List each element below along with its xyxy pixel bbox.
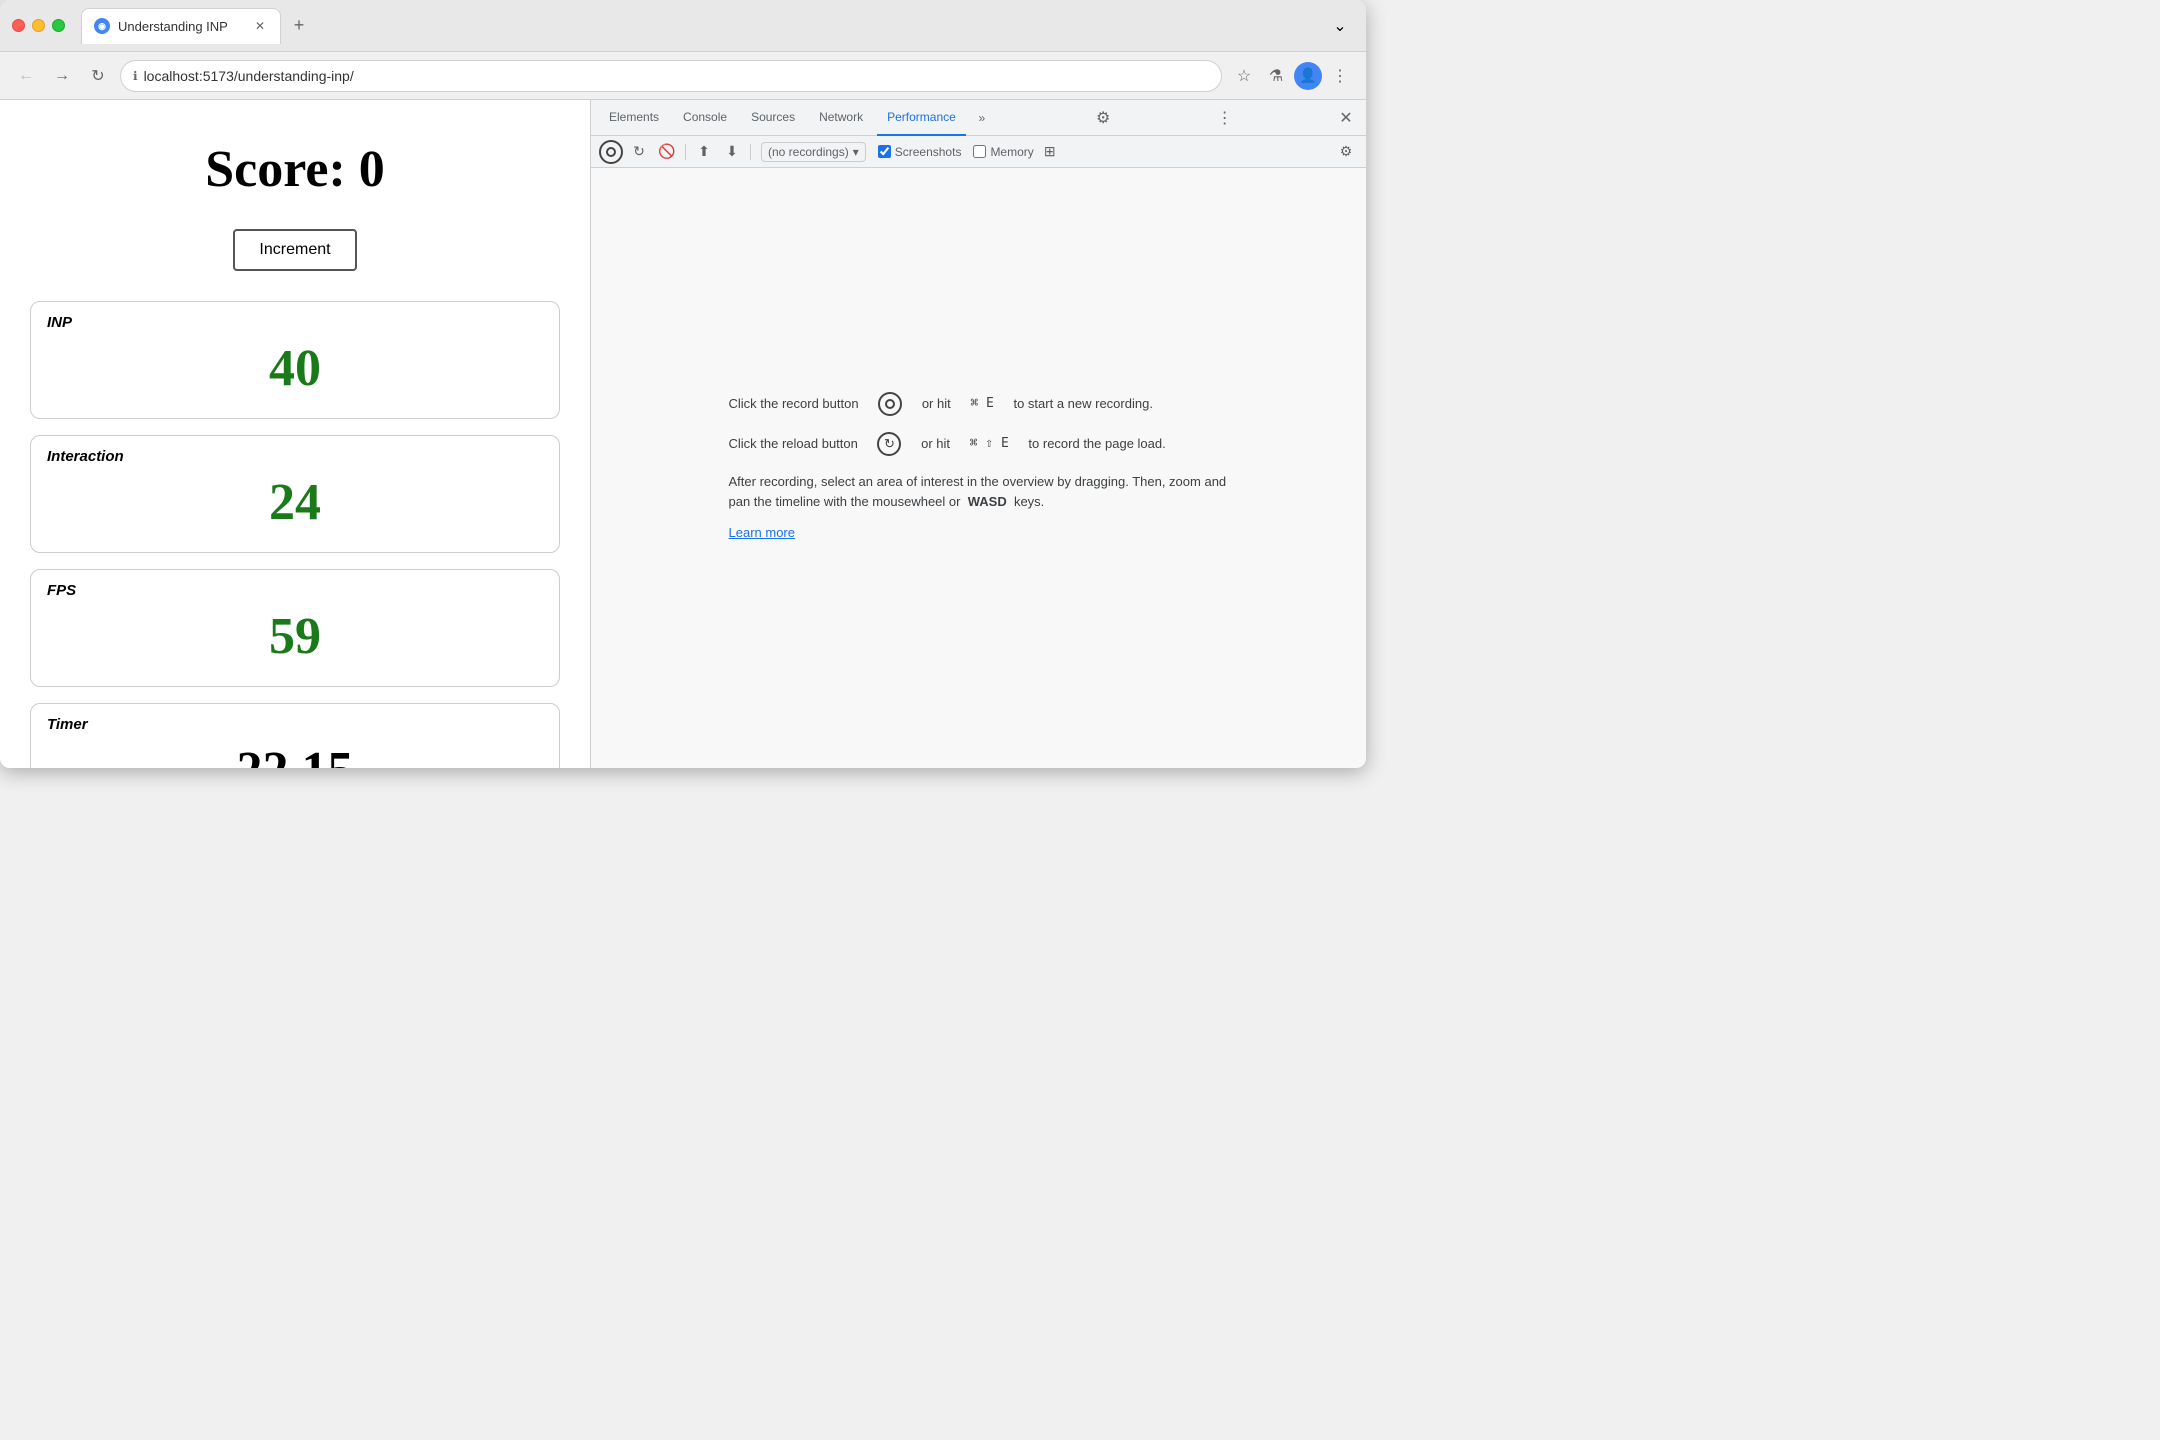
profile-button[interactable]: 👤 <box>1294 62 1322 90</box>
info-text-block: After recording, select an area of inter… <box>729 472 1229 514</box>
record-instruction-prefix: Click the record button <box>729 392 859 415</box>
memory-checkbox-group[interactable]: Memory <box>973 145 1033 159</box>
info-suffix: keys. <box>1014 494 1044 509</box>
performance-settings-button[interactable]: ⚙ <box>1334 140 1358 164</box>
interaction-label: Interaction <box>47 448 543 465</box>
devtools-instructions: Click the record button or hit ⌘ E to st… <box>729 392 1229 545</box>
address-actions: ☆ ⚗ 👤 ⋮ <box>1230 62 1354 90</box>
bookmark-button[interactable]: ☆ <box>1230 62 1258 90</box>
address-bar: ← → ↻ ℹ localhost:5173/understanding-inp… <box>0 52 1366 100</box>
inp-value: 40 <box>47 339 543 398</box>
tab-network[interactable]: Network <box>809 100 873 136</box>
recordings-text: (no recordings) <box>768 145 849 159</box>
timer-label: Timer <box>47 716 543 733</box>
webpage-content: Score: 0 Increment INP 40 Interaction 24… <box>0 100 590 768</box>
forward-button[interactable]: → <box>48 62 76 90</box>
devtools-more-button[interactable]: ⋮ <box>1213 106 1237 130</box>
tab-sources[interactable]: Sources <box>741 100 805 136</box>
browser-content: Score: 0 Increment INP 40 Interaction 24… <box>0 100 1366 768</box>
new-tab-button[interactable]: + <box>285 12 313 40</box>
devtools-actions-bar: ↻ 🚫 ⬆ ⬇ (no recordings) ▾ Screenshots <box>591 136 1366 168</box>
reload-instruction: Click the reload button ↻ or hit ⌘ ⇧ E t… <box>729 432 1229 456</box>
url-bar[interactable]: ℹ localhost:5173/understanding-inp/ <box>120 60 1222 92</box>
reload-instruction-suffix: to record the page load. <box>1028 432 1165 455</box>
traffic-lights <box>12 19 65 32</box>
url-text: localhost:5173/understanding-inp/ <box>144 68 354 84</box>
screenshots-label: Screenshots <box>895 145 962 159</box>
timer-value: 22.15 <box>47 741 543 768</box>
record-icon <box>599 140 623 164</box>
wasd-kbd: WASD <box>968 494 1007 509</box>
title-bar: ◉ Understanding INP ✕ + ⌄ <box>0 0 1366 52</box>
tab-bar: ◉ Understanding INP ✕ + ⌄ <box>81 8 1354 44</box>
devtools-settings-button[interactable]: ⚙ <box>1091 106 1115 130</box>
timer-card: Timer 22.15 <box>30 703 560 768</box>
recordings-chevron: ▾ <box>853 145 859 159</box>
browser-tab-active[interactable]: ◉ Understanding INP ✕ <box>81 8 281 44</box>
memory-label: Memory <box>990 145 1033 159</box>
tab-performance[interactable]: Performance <box>877 100 966 136</box>
record-instruction-or: or hit <box>922 392 951 415</box>
interaction-value: 24 <box>47 473 543 532</box>
increment-button[interactable]: Increment <box>233 229 356 271</box>
inp-card: INP 40 <box>30 301 560 419</box>
reload-instruction-or: or hit <box>921 432 950 455</box>
more-tabs-button[interactable]: » <box>970 106 994 130</box>
record-inline-dot <box>885 399 895 409</box>
record-inline-icon <box>878 392 902 416</box>
inp-label: INP <box>47 314 543 331</box>
devtools-body: Click the record button or hit ⌘ E to st… <box>591 168 1366 768</box>
devtools-panel: Elements Console Sources Network Perform… <box>590 100 1366 768</box>
back-button[interactable]: ← <box>12 62 40 90</box>
flamechart-button[interactable]: ⊞ <box>1038 140 1062 164</box>
tab-elements[interactable]: Elements <box>599 100 669 136</box>
record-instruction: Click the record button or hit ⌘ E to st… <box>729 392 1229 416</box>
menu-button[interactable]: ⋮ <box>1326 62 1354 90</box>
record-dot-inner <box>606 147 616 157</box>
screenshots-checkbox[interactable] <box>878 145 891 158</box>
devtools-close-button[interactable]: ✕ <box>1334 106 1358 130</box>
reload-kbd: ⌘ ⇧ E <box>970 432 1009 455</box>
memory-checkbox[interactable] <box>973 145 986 158</box>
separator-1 <box>685 144 686 160</box>
tab-console[interactable]: Console <box>673 100 737 136</box>
tab-menu-button[interactable]: ⌄ <box>1326 12 1354 40</box>
reload-record-button[interactable]: ↻ <box>627 140 651 164</box>
record-button[interactable] <box>599 140 623 164</box>
recordings-dropdown[interactable]: (no recordings) ▾ <box>761 142 866 162</box>
learn-more-link[interactable]: Learn more <box>729 525 795 540</box>
upload-button[interactable]: ⬆ <box>692 140 716 164</box>
secure-icon: ℹ <box>133 69 138 83</box>
extension-button[interactable]: ⚗ <box>1262 62 1290 90</box>
maximize-traffic-light[interactable] <box>52 19 65 32</box>
devtools-tab-bar: Elements Console Sources Network Perform… <box>591 100 1366 136</box>
interaction-card: Interaction 24 <box>30 435 560 553</box>
score-heading: Score: 0 <box>30 140 560 199</box>
clear-button[interactable]: 🚫 <box>655 140 679 164</box>
reload-button[interactable]: ↻ <box>84 62 112 90</box>
tab-title: Understanding INP <box>118 19 228 34</box>
separator-2 <box>750 144 751 160</box>
tab-close-button[interactable]: ✕ <box>252 18 268 34</box>
reload-inline-icon: ↻ <box>877 432 901 456</box>
screenshots-checkbox-group[interactable]: Screenshots <box>878 145 962 159</box>
reload-instruction-prefix: Click the reload button <box>729 432 858 455</box>
download-button[interactable]: ⬇ <box>720 140 744 164</box>
minimize-traffic-light[interactable] <box>32 19 45 32</box>
tab-favicon: ◉ <box>94 18 110 34</box>
fps-label: FPS <box>47 582 543 599</box>
record-instruction-suffix: to start a new recording. <box>1013 392 1152 415</box>
close-traffic-light[interactable] <box>12 19 25 32</box>
fps-card: FPS 59 <box>30 569 560 687</box>
fps-value: 59 <box>47 607 543 666</box>
record-kbd: ⌘ E <box>970 392 993 415</box>
browser-window: ◉ Understanding INP ✕ + ⌄ ← → ↻ ℹ localh… <box>0 0 1366 768</box>
